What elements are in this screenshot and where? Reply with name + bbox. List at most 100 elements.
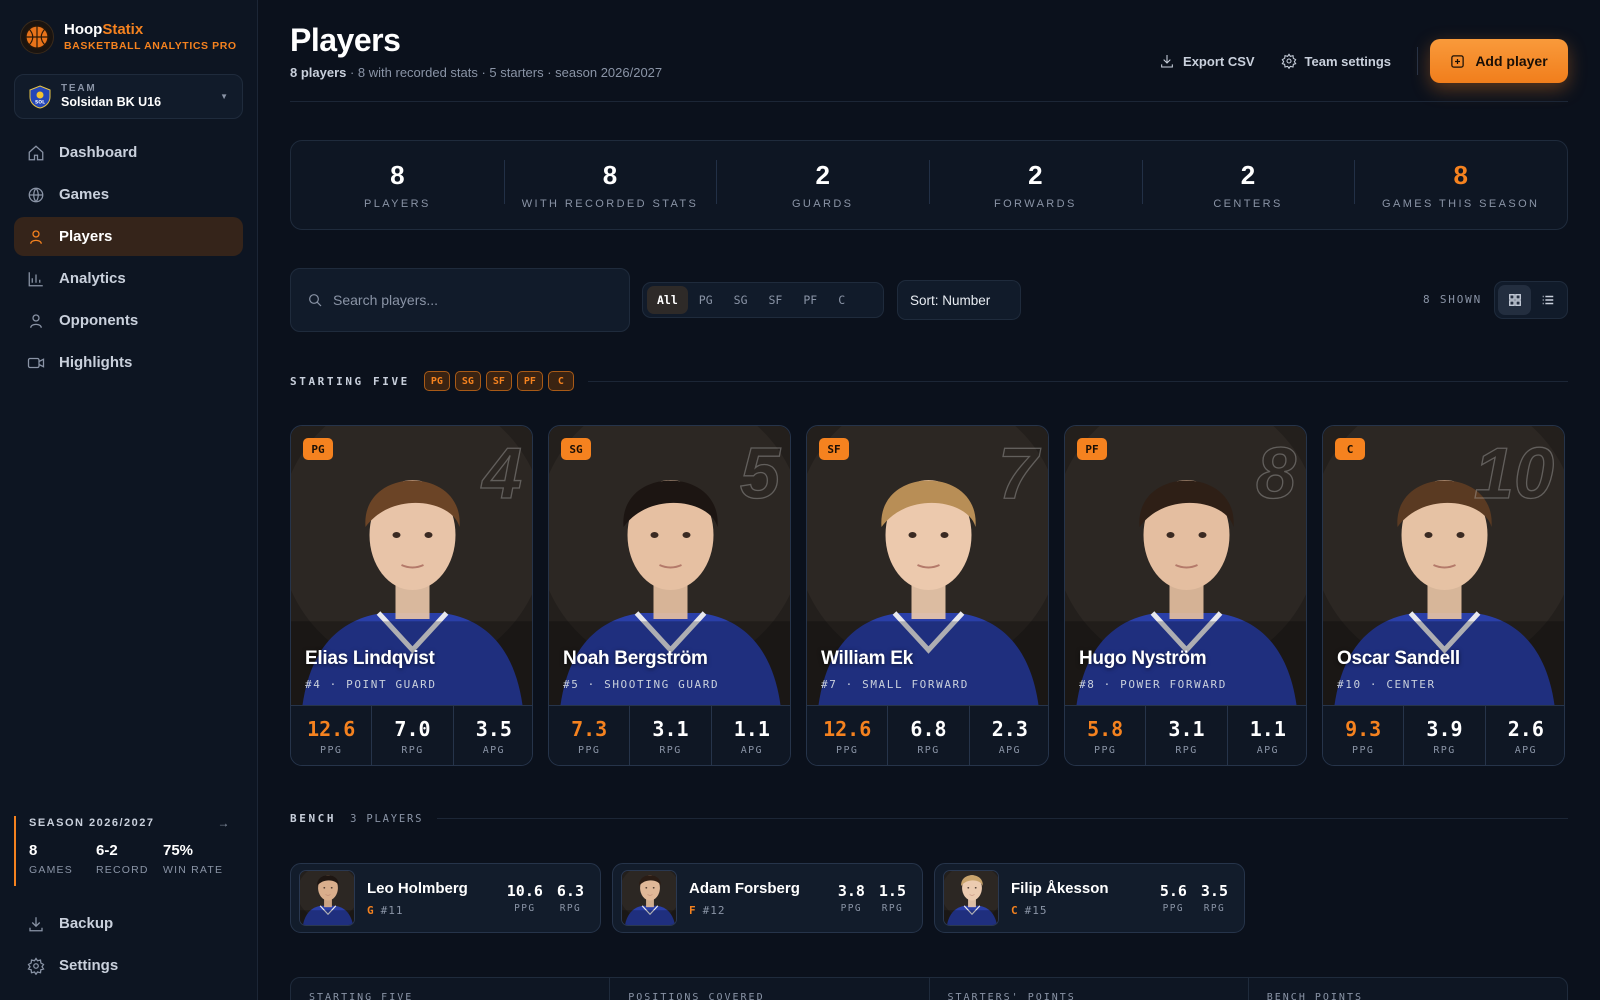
player-card[interactable]: 4 PG Elias Lindqvist #4 · POINT GUARD 12… [290, 425, 533, 766]
plus-square-icon [1451, 54, 1465, 68]
player-name: Adam Forsberg [689, 879, 800, 897]
stat-apg: 1.1 APG [710, 706, 790, 765]
stat-ppg: 3.8 PPG [837, 882, 865, 914]
stat-ppg: 12.6 PPG [307, 717, 356, 756]
player-photo [299, 870, 355, 926]
player-stats: 3.8 PPG 1.5 RPG [838, 882, 906, 914]
jersey-number: 4 [481, 433, 522, 514]
player-stats: 7.3 PPG 3.1 RPG 1.1 APG [549, 705, 790, 765]
basketball-logo-icon [20, 20, 54, 54]
shown-count: 8 SHOWN [1423, 293, 1482, 306]
player-meta: G #11 [367, 903, 404, 917]
player-card[interactable]: 7 SF William Ek #7 · SMALL FORWARD 12.6 P… [806, 425, 1049, 766]
arrow-right-icon[interactable]: → [218, 816, 232, 830]
grid-icon [1508, 294, 1521, 306]
season-title: SEASON 2026/2027 [29, 817, 155, 829]
download-icon [1161, 55, 1173, 68]
jersey-number: 5 [739, 433, 780, 514]
export-csv-button[interactable]: Export CSV [1159, 53, 1255, 69]
player-card[interactable]: 8 PF Hugo Nyström #8 · POWER FORWARD 5.8… [1064, 425, 1307, 766]
summary-stats: 8 PLAYERS 8 WITH RECORDED STATS 2 GUARDS 2F… [290, 140, 1568, 230]
chevron-down-icon: ▼ [220, 92, 228, 101]
player-meta: F #12 [689, 903, 726, 917]
player-name: Elias Lindqvist [305, 648, 435, 669]
toolbar: All PG SG SF PF C Sort: Number 8 SHOWN [290, 268, 1568, 332]
player-name: Hugo Nyström [1079, 648, 1207, 669]
position-badge: PG [423, 371, 450, 391]
filter-all[interactable]: All [647, 286, 688, 314]
player-card[interactable]: 5 SG Noah Bergström #5 · SHOOTING GUARD … [548, 425, 791, 766]
summary-starters-points: STARTERS' POINTS [928, 978, 1248, 1000]
divider [290, 101, 1568, 102]
position-tag: PF [1077, 438, 1107, 460]
team-settings-button[interactable]: Team settings [1281, 53, 1391, 69]
team-selector[interactable]: SOL TEAM Solsidan BK U16 ▼ [14, 74, 243, 119]
team-summary-row: STARTING FIVE POSITIONS COVERED STARTERS… [290, 977, 1568, 1000]
filter-c[interactable]: C [828, 286, 855, 314]
nav-label: Games [59, 186, 110, 203]
person-icon [30, 313, 42, 328]
position-tag: SG [561, 438, 591, 460]
search-icon [309, 294, 322, 307]
player-photo [621, 870, 677, 926]
player-name: William Ek [821, 648, 913, 669]
stat-rpg: 6.8 RPG [887, 706, 968, 765]
nav-item-analytics[interactable]: Analytics [14, 259, 243, 298]
filter-pg[interactable]: PG [689, 286, 723, 314]
nav-item-dashboard[interactable]: Dashboard [14, 133, 243, 172]
add-player-button[interactable]: Add player [1430, 39, 1568, 83]
filter-sg[interactable]: SG [724, 286, 758, 314]
bench-player-card[interactable]: Leo Holmberg G #11 10.6 PPG 6.3 RPG [290, 863, 601, 933]
stat-apg: 2.6 APG [1484, 706, 1564, 765]
player-stats: 5.6 PPG 3.5 RPG [1160, 882, 1228, 914]
player-role: #8 · POWER FORWARD [1079, 678, 1228, 691]
position-tag: PG [303, 438, 333, 460]
list-view-button[interactable] [1531, 285, 1564, 315]
stat-rpg: 3.9 RPG [1403, 706, 1484, 765]
search-box[interactable] [290, 268, 630, 332]
stat-ppg: 12.6 PPG [823, 717, 872, 756]
stat-rpg: 7.0 RPG [371, 706, 452, 765]
nav-label: Highlights [59, 354, 133, 371]
summary-positions-covered: POSITIONS COVERED [609, 978, 928, 1000]
nav-item-settings[interactable]: Settings [14, 946, 243, 985]
search-input[interactable] [333, 280, 613, 320]
player-card[interactable]: 10 C Oscar Sandell #10 · CENTER 9.3 PPG 3… [1322, 425, 1565, 766]
globe-icon [28, 187, 44, 202]
player-role: #5 · SHOOTING GUARD [563, 678, 720, 691]
season-stat-games: 8 GAMES [29, 842, 73, 876]
player-role: #10 · CENTER [1337, 678, 1436, 691]
brand[interactable]: HoopStatix BASKETBALL ANALYTICS PRO [20, 20, 237, 54]
jersey-number: 7 [997, 433, 1038, 514]
main-content: Players 8 players · 8 with recorded stat… [290, 0, 1568, 1000]
team-label: TEAM [61, 83, 97, 94]
sort-select[interactable]: Sort: Number [897, 280, 1021, 320]
filter-sf[interactable]: SF [759, 286, 793, 314]
player-role: #4 · POINT GUARD [305, 678, 437, 691]
main-nav: Dashboard Games Players Analytics Oppone… [14, 133, 243, 385]
nav-item-games[interactable]: Games [14, 175, 243, 214]
nav-label: Analytics [59, 270, 126, 287]
nav-label: Settings [59, 957, 119, 974]
stat-guards: 2 GUARDS [716, 160, 929, 210]
player-role: #7 · SMALL FORWARD [821, 678, 970, 691]
gear-icon [1281, 53, 1297, 69]
position-filter: All PG SG SF PF C [642, 282, 884, 318]
view-toggle [1494, 281, 1568, 319]
filter-pf[interactable]: PF [793, 286, 827, 314]
bench-player-card[interactable]: Filip Åkesson C #15 5.6 PPG 3.5 RPG [934, 863, 1245, 933]
season-summary[interactable]: SEASON 2026/2027 → 8 GAMES 6-2 RECORD 75… [14, 816, 243, 886]
position-badge: SG [454, 371, 481, 391]
bench-player-card[interactable]: Adam Forsberg F #12 3.8 PPG 1.5 RPG [612, 863, 923, 933]
player-name: Filip Åkesson [1011, 879, 1109, 897]
jersey-number: 8 [1255, 433, 1296, 514]
brand-name: HoopStatix [64, 21, 144, 38]
nav-item-opponents[interactable]: Opponents [14, 301, 243, 340]
nav-item-players[interactable]: Players [14, 217, 243, 256]
bench-cards: Leo Holmberg G #11 10.6 PPG 6.3 RPG Adam… [290, 863, 1245, 933]
stat-ppg: 7.3 PPG [571, 717, 608, 756]
nav-item-highlights[interactable]: Highlights [14, 343, 243, 382]
nav-item-backup[interactable]: Backup [14, 904, 243, 943]
stat-apg: 1.1 APG [1226, 706, 1306, 765]
grid-view-button[interactable] [1498, 285, 1531, 315]
